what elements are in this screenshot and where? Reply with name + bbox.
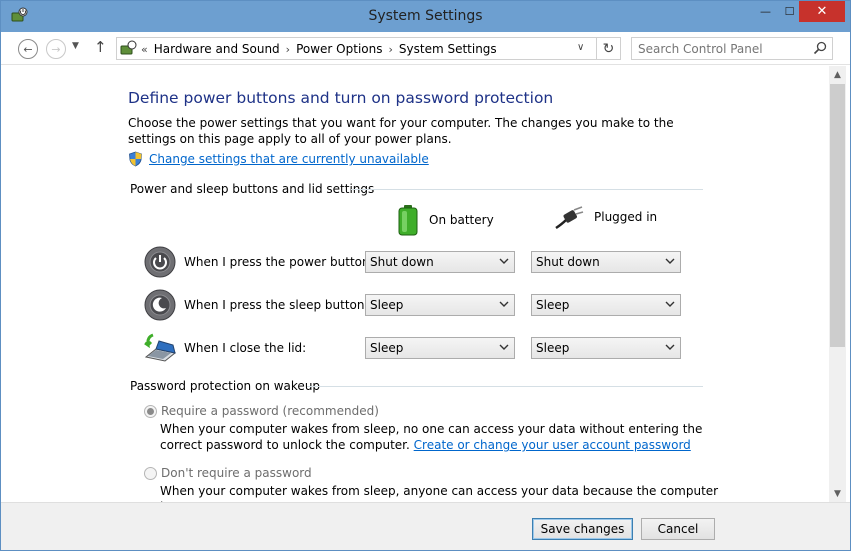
select-value: Sleep — [370, 298, 404, 312]
breadcrumb-separator[interactable]: › — [388, 43, 392, 56]
select-value: Sleep — [370, 341, 404, 355]
select-value: Shut down — [536, 255, 600, 269]
chevron-down-icon — [665, 258, 675, 264]
select-value: Sleep — [536, 298, 570, 312]
page-intro: Choose the power settings that you want … — [128, 116, 674, 146]
system-settings-window: System Settings — ☐ ✕ ← → ▼ ↑ « Hardware… — [0, 0, 851, 551]
address-dropdown-button[interactable]: ∨ — [577, 42, 584, 53]
breadcrumb-hardware-and-sound[interactable]: Hardware and Sound — [154, 42, 280, 56]
address-bar[interactable]: « Hardware and Sound › Power Options › S… — [116, 37, 621, 60]
laptop-lid-icon — [144, 333, 177, 362]
up-button[interactable]: ↑ — [94, 38, 107, 56]
breadcrumb-separator[interactable]: › — [286, 43, 290, 56]
content-pane: Define power buttons and turn on passwor… — [1, 66, 829, 506]
breadcrumb-overflow[interactable]: « — [141, 43, 148, 56]
sleep-button-row: When I press the sleep button: — [143, 287, 369, 323]
sleep-button-battery-select[interactable]: Sleep — [365, 294, 515, 316]
scroll-down-button[interactable]: ▼ — [829, 485, 846, 502]
vertical-scrollbar[interactable]: ▲ ▼ — [829, 66, 846, 502]
chevron-down-icon — [499, 301, 509, 307]
section-divider — [351, 189, 703, 190]
title-bar[interactable]: System Settings — ☐ ✕ — [1, 1, 850, 32]
battery-icon — [398, 205, 418, 236]
chevron-down-icon — [499, 258, 509, 264]
power-button-row: When I press the power button: — [143, 244, 374, 280]
require-password-label[interactable]: Require a password (recommended) — [161, 404, 379, 418]
on-battery-label: On battery — [429, 213, 494, 227]
no-password-option[interactable]: Don't require a password — [144, 466, 312, 480]
minimize-button[interactable]: — — [752, 1, 779, 22]
require-password-option[interactable]: Require a password (recommended) — [144, 404, 379, 418]
plugged-in-label: Plugged in — [594, 210, 658, 224]
user-account-password-link[interactable]: Create or change your user account passw… — [414, 438, 691, 452]
power-button-icon — [144, 246, 176, 278]
change-settings-row: Change settings that are currently unava… — [128, 151, 429, 167]
on-battery-column-header: On battery — [397, 204, 494, 236]
chevron-down-icon — [665, 344, 675, 350]
refresh-button[interactable]: ↻ — [596, 38, 620, 59]
navigation-bar: ← → ▼ ↑ « Hardware and Sound › Power Opt… — [1, 32, 850, 65]
no-password-radio[interactable] — [144, 466, 157, 480]
close-lid-row: When I close the lid: — [143, 330, 306, 366]
close-lid-label: When I close the lid: — [184, 341, 307, 355]
section-divider — [307, 386, 703, 387]
select-value: Shut down — [370, 255, 434, 269]
page-title: Define power buttons and turn on passwor… — [128, 89, 554, 107]
breadcrumb-system-settings[interactable]: System Settings — [399, 42, 497, 56]
forward-button[interactable]: → — [46, 39, 66, 59]
plugged-in-column-header: Plugged in — [554, 204, 657, 230]
back-button[interactable]: ← — [18, 39, 38, 59]
search-box[interactable] — [631, 37, 833, 60]
chevron-down-icon — [665, 301, 675, 307]
breadcrumb-power-options[interactable]: Power Options — [296, 42, 382, 56]
scroll-thumb[interactable] — [830, 84, 845, 347]
close-lid-plugged-select[interactable]: Sleep — [531, 337, 681, 359]
change-settings-link[interactable]: Change settings that are currently unava… — [149, 152, 429, 166]
control-panel-icon — [120, 40, 137, 55]
require-password-radio[interactable] — [144, 404, 157, 418]
chevron-down-icon — [499, 344, 509, 350]
close-lid-battery-select[interactable]: Sleep — [365, 337, 515, 359]
plug-icon — [555, 206, 584, 230]
require-password-description: When your computer wakes from sleep, no … — [160, 421, 720, 453]
select-value: Sleep — [536, 341, 570, 355]
cancel-button[interactable]: Cancel — [641, 518, 715, 540]
sleep-button-icon — [144, 289, 176, 321]
power-button-plugged-select[interactable]: Shut down — [531, 251, 681, 273]
scroll-up-button[interactable]: ▲ — [829, 66, 846, 83]
recent-locations-dropdown[interactable]: ▼ — [72, 41, 79, 51]
search-icon[interactable] — [813, 41, 827, 55]
power-button-label: When I press the power button: — [184, 255, 374, 269]
window-title: System Settings — [368, 8, 483, 24]
uac-shield-icon — [129, 151, 142, 167]
dialog-footer: Save changes Cancel — [1, 502, 850, 550]
no-password-label[interactable]: Don't require a password — [161, 466, 312, 480]
sleep-button-plugged-select[interactable]: Sleep — [531, 294, 681, 316]
password-section-title: Password protection on wakeup — [130, 379, 321, 393]
power-button-battery-select[interactable]: Shut down — [365, 251, 515, 273]
save-changes-button[interactable]: Save changes — [532, 518, 633, 540]
search-input[interactable] — [638, 40, 808, 57]
breadcrumb: « Hardware and Sound › Power Options › S… — [141, 42, 497, 56]
power-section-title: Power and sleep buttons and lid settings — [130, 182, 375, 196]
sleep-button-label: When I press the sleep button: — [184, 298, 369, 312]
close-button[interactable]: ✕ — [799, 1, 845, 22]
